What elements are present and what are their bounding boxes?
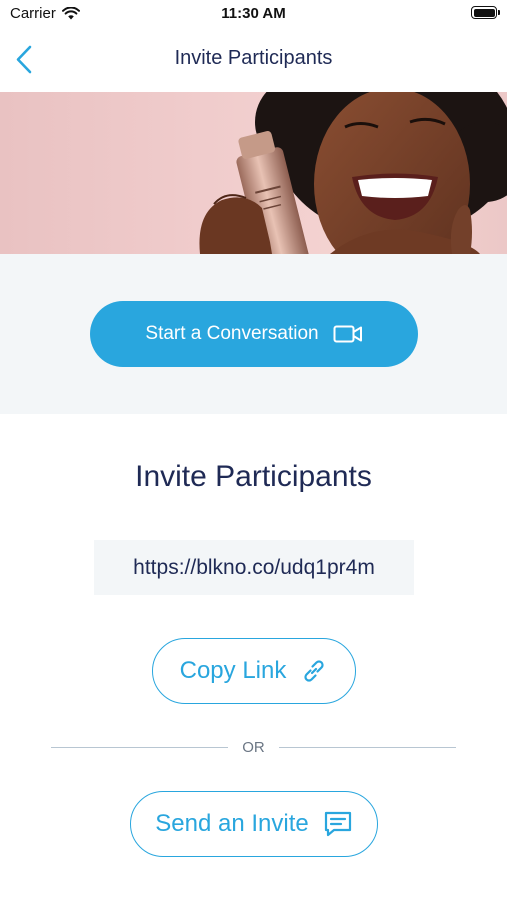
hero-image (0, 92, 507, 254)
action-panel: Start a Conversation (0, 254, 507, 414)
start-conversation-button[interactable]: Start a Conversation (90, 301, 418, 367)
send-invite-button[interactable]: Send an Invite (130, 791, 378, 857)
link-icon (304, 660, 324, 682)
copy-link-label: Copy Link (179, 657, 287, 684)
battery-icon (471, 6, 500, 19)
video-camera-icon (333, 325, 362, 343)
divider-left (51, 747, 228, 748)
invite-heading: Invite Participants (135, 460, 372, 493)
send-invite-label: Send an Invite (155, 810, 309, 837)
invite-link-text: https://blkno.co/udq1pr4m (133, 555, 375, 579)
navigation-bar: Invite Participants (0, 30, 507, 92)
or-label: OR (242, 739, 265, 756)
start-conversation-label: Start a Conversation (145, 323, 319, 344)
page-title: Invite Participants (174, 47, 333, 69)
copy-link-button[interactable]: Copy Link (152, 638, 356, 704)
message-icon (324, 811, 351, 837)
divider-right (279, 747, 456, 748)
status-time: 11:30 AM (221, 5, 286, 22)
status-bar: Carrier 11:30 AM (0, 0, 507, 30)
invite-link-field[interactable]: https://blkno.co/udq1pr4m (94, 540, 414, 595)
hero-photo (199, 92, 507, 254)
